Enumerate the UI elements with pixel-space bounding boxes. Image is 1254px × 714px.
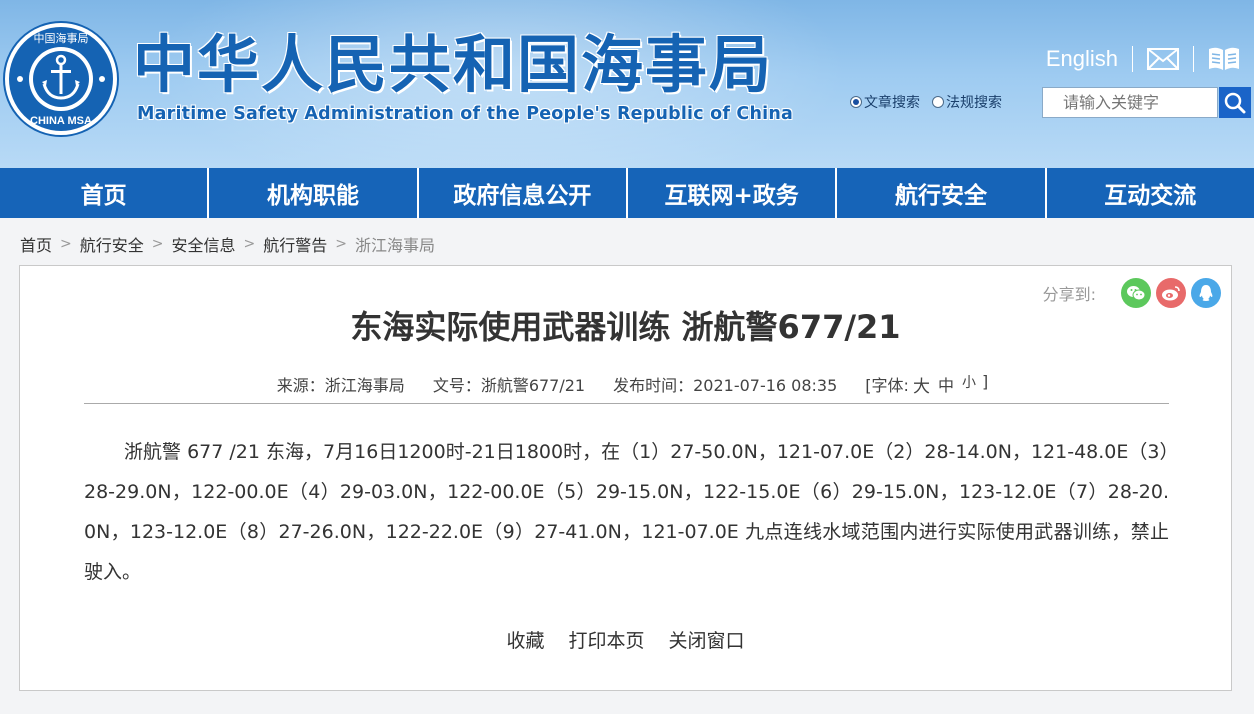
- breadcrumb-item-warnings[interactable]: 航行警告: [263, 232, 327, 256]
- nav-item-internet-gov[interactable]: 互联网+政务: [627, 168, 838, 218]
- english-link[interactable]: English: [1046, 46, 1132, 72]
- breadcrumb-item-home[interactable]: 首页: [20, 232, 52, 256]
- article-publish-time: 发布时间：2021-07-16 08:35: [613, 376, 838, 395]
- book-icon[interactable]: [1194, 42, 1254, 76]
- china-msa-logo[interactable]: 中国海事局 CHINA MSA: [2, 20, 120, 138]
- search-option-article-label: 文章搜索: [864, 95, 920, 111]
- breadcrumb-separator: >: [335, 236, 347, 252]
- article-source: 来源：浙江海事局: [276, 376, 405, 395]
- meta-divider: [84, 403, 1169, 404]
- font-size-large-button[interactable]: 大: [913, 372, 930, 397]
- breadcrumb-separator: >: [60, 236, 72, 252]
- site-title-cn: 中华人民共和国海事局: [133, 28, 774, 101]
- logo-text-cn: 中国海事局: [34, 31, 89, 45]
- search-input[interactable]: [1042, 87, 1218, 118]
- article-title: 东海实际使用武器训练 浙航警677/21: [350, 308, 901, 346]
- nav-item-nav-safety[interactable]: 航行安全: [837, 168, 1047, 218]
- article-container: 分享到: 东海实际使用武器训练 浙航警677/21 来源：浙江海事局 文号：浙航…: [19, 265, 1232, 691]
- breadcrumb-separator: >: [243, 236, 256, 252]
- breadcrumb: 首页 > 航行安全 > 安全信息 > 航行警告 > 浙江海事局: [20, 230, 435, 258]
- radio-checked-icon[interactable]: [850, 96, 862, 108]
- main-nav: 首页 机构职能 政府信息公开 互联网+政务 航行安全 互动交流: [0, 168, 1254, 218]
- search-option-law[interactable]: 法规搜索: [932, 92, 1002, 112]
- nav-item-interaction[interactable]: 互动交流: [1046, 168, 1254, 218]
- search-option-article[interactable]: 文章搜索: [850, 92, 920, 112]
- font-size-medium-button[interactable]: 中: [938, 372, 954, 397]
- breadcrumb-item-current[interactable]: 浙江海事局: [355, 232, 435, 256]
- radio-unchecked-icon[interactable]: [932, 96, 944, 108]
- article-actions: 收藏 打印本页 关闭窗口: [20, 626, 1231, 653]
- site-header: 中国海事局 CHINA MSA 中华人民共和国海事局 Maritime Safe…: [0, 0, 1254, 168]
- breadcrumb-separator: >: [151, 236, 164, 252]
- article-meta: 来源：浙江海事局 文号：浙航警677/21 发布时间：2021-07-16 08…: [20, 372, 1231, 397]
- search-option-law-label: 法规搜索: [946, 95, 1002, 111]
- search-button[interactable]: [1219, 87, 1251, 118]
- font-size-label: [字体:: [865, 376, 909, 395]
- search-icon: [1224, 92, 1246, 113]
- site-title-en: Maritime Safety Administration of the Pe…: [137, 104, 794, 124]
- font-size-small-button[interactable]: 小: [962, 372, 976, 397]
- nav-item-gov-info[interactable]: 政府信息公开: [418, 168, 628, 218]
- favorite-button[interactable]: 收藏: [506, 626, 544, 653]
- article-doc-number: 文号：浙航警677/21: [432, 376, 586, 395]
- close-window-button[interactable]: 关闭窗口: [669, 626, 745, 653]
- nav-item-home[interactable]: 首页: [0, 168, 210, 218]
- top-links: English: [1046, 42, 1254, 76]
- nav-item-functions[interactable]: 机构职能: [209, 168, 419, 218]
- logo-text-en: CHINA MSA: [30, 115, 92, 127]
- breadcrumb-item-safety-info[interactable]: 安全信息: [172, 232, 236, 256]
- article-body: 浙航警 677 /21 东海，7月16日1200时-21日1800时，在（1）2…: [84, 441, 1169, 583]
- breadcrumb-item-nav-safety[interactable]: 航行安全: [80, 232, 144, 256]
- search-options: 文章搜索 法规搜索: [850, 87, 1014, 117]
- font-size-label-close: ]: [981, 372, 989, 391]
- mail-icon[interactable]: [1133, 42, 1193, 76]
- print-button[interactable]: 打印本页: [568, 626, 644, 653]
